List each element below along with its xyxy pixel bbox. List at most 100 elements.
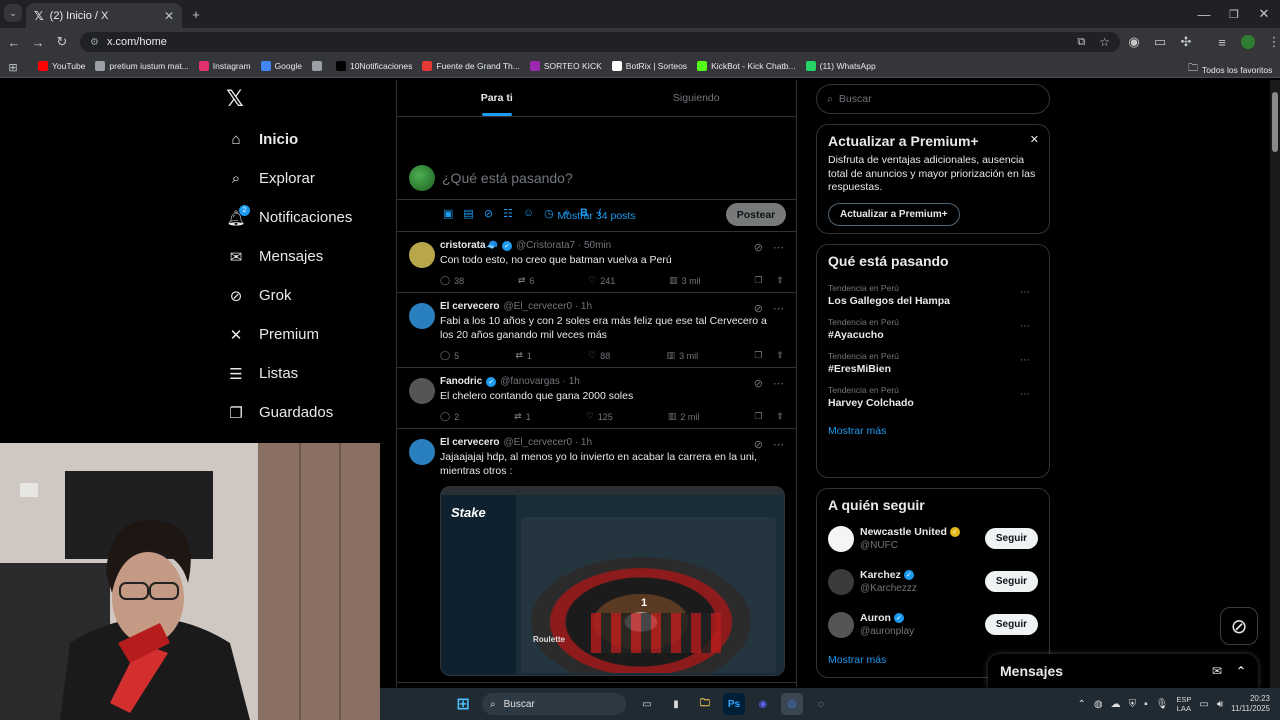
recording-icon[interactable]: ◌ — [810, 693, 832, 715]
emoji-icon[interactable]: ☺ — [523, 207, 534, 220]
bookmark-item[interactable]: SORTEO KICK — [529, 61, 602, 71]
new-tab-button[interactable]: + — [186, 4, 206, 24]
more-icon[interactable]: ⋯ — [1020, 389, 1030, 400]
close-icon[interactable]: ✕ — [1030, 133, 1039, 146]
grok-icon[interactable]: ⊘ — [754, 241, 763, 254]
follow-avatar[interactable] — [828, 568, 854, 595]
bookmark-icon[interactable]: ❐ — [754, 350, 762, 361]
site-info-icon[interactable]: ⚙ — [90, 37, 99, 48]
share-icon[interactable]: ⇧ — [776, 411, 784, 422]
bookmark-item[interactable] — [311, 61, 326, 71]
post-avatar[interactable] — [409, 378, 435, 404]
like-button[interactable]: ♡ 125 — [586, 411, 613, 422]
expand-icon[interactable]: ⌃ — [1236, 664, 1246, 678]
chrome-icon[interactable]: ◎ — [781, 693, 803, 715]
views-button[interactable]: ▥ 3 mil — [667, 350, 699, 361]
file-explorer-icon[interactable]: 🗀 — [694, 693, 716, 715]
follow-suggestion[interactable]: Auron ✓ @auronplay Seguir — [828, 603, 1038, 646]
more-icon[interactable]: ⋯ — [1020, 355, 1030, 366]
post-avatar[interactable] — [409, 303, 435, 329]
volume-icon[interactable]: 🔊︎ — [1217, 699, 1223, 710]
bookmark-item[interactable]: pretium iustum mat... — [95, 61, 189, 71]
tray-icon[interactable]: ▪ — [1144, 699, 1148, 710]
trends-more-link[interactable]: Mostrar más — [828, 425, 1038, 437]
window-close-icon[interactable]: ✕ — [1254, 4, 1274, 24]
post[interactable]: ⊘ ⋯ cristorata🧢 ✓ @Cristorata7 · 50min Con to… — [397, 232, 796, 293]
close-tab-icon[interactable]: ✕ — [164, 9, 174, 23]
x-logo[interactable]: 𝕏 — [220, 80, 390, 120]
bookmark-star-icon[interactable]: ☆ — [1099, 35, 1110, 49]
reading-list-icon[interactable]: ≡ — [1212, 32, 1232, 52]
tab-siguiendo[interactable]: Siguiendo — [597, 80, 797, 116]
sidebar-item-guardados[interactable]: ❐ Guardados — [220, 393, 390, 432]
restore-icon[interactable]: ❐ — [1224, 4, 1244, 24]
bold-icon[interactable]: B — [580, 207, 588, 220]
bookmark-item[interactable]: YouTube — [38, 61, 85, 71]
grok-icon[interactable]: ⊘ — [754, 302, 763, 315]
chrome-menu-icon[interactable]: ⋮ — [1264, 32, 1280, 52]
new-message-icon[interactable]: ✉ — [1212, 664, 1222, 678]
clock[interactable]: 20:23 11/11/2025 — [1231, 694, 1270, 714]
task-view-icon[interactable]: ▭ — [636, 693, 658, 715]
post-media[interactable]: Stake 1 Roulette — [440, 486, 785, 676]
location-icon[interactable]: ⌖ — [564, 207, 570, 220]
post-author[interactable]: Fanodric — [440, 376, 482, 387]
discord-icon[interactable]: ◉ — [752, 693, 774, 715]
trend-item[interactable]: Tendencia en Perú #Ayacucho ⋯ — [828, 317, 1038, 341]
premium-button[interactable]: Actualizar a Premium+ — [828, 202, 960, 226]
app-icon[interactable]: ▮ — [665, 693, 687, 715]
sidebar-item-premium[interactable]: ✕ Premium — [220, 315, 390, 354]
browser-tab[interactable]: 𝕏 (2) Inicio / X ✕ — [26, 3, 182, 28]
compose-input[interactable]: ¿Qué está pasando? — [442, 170, 573, 186]
sidebar-item-listas[interactable]: ☰ Listas — [220, 354, 390, 393]
bookmark-item[interactable]: Instagram — [198, 61, 251, 71]
bookmark-item[interactable]: Fuente de Grand Th... — [422, 61, 520, 71]
share-icon[interactable]: ⇧ — [776, 350, 784, 361]
all-bookmarks[interactable]: 🗀 Todos los favoritos — [1188, 61, 1272, 78]
extension-card-icon[interactable]: ▭ — [1150, 32, 1170, 52]
back-icon[interactable]: ← — [4, 32, 24, 52]
follow-suggestion[interactable]: Karchez ✓ @Karchezzz Seguir — [828, 560, 1038, 603]
grok-icon[interactable]: ⊘ — [754, 377, 763, 390]
like-button[interactable]: ♡ 88 — [588, 350, 610, 361]
install-app-icon[interactable]: ⧉ — [1077, 36, 1085, 49]
bookmark-item[interactable]: 10Notificaciones — [335, 61, 412, 71]
repost-button[interactable]: ⇄ 1 — [514, 411, 531, 422]
sidebar-item-explorar[interactable]: ⌕ Explorar — [220, 159, 390, 198]
language-indicator[interactable]: ESP LAA — [1176, 695, 1191, 713]
apps-grid-icon[interactable]: ⊞ — [3, 57, 23, 77]
sidebar-item-grok[interactable]: ⊘ Grok — [220, 276, 390, 315]
trend-item[interactable]: Tendencia en Perú Los Gallegos del Hampa ⋯ — [828, 283, 1038, 307]
repost-button[interactable]: ⇄ 1 — [515, 350, 532, 361]
follow-button[interactable]: Seguir — [984, 571, 1038, 592]
bookmark-icon[interactable]: ❐ — [754, 411, 762, 422]
bookmark-item[interactable]: BotRix | Sorteos — [611, 61, 687, 71]
more-icon[interactable]: ⋯ — [773, 302, 784, 315]
photoshop-icon[interactable]: Ps — [723, 693, 745, 715]
reply-button[interactable]: ◯ 5 — [440, 350, 459, 361]
trend-item[interactable]: Tendencia en Perú #EresMiBien ⋯ — [828, 351, 1038, 375]
post-avatar[interactable] — [409, 439, 435, 465]
more-icon[interactable]: ⋯ — [1020, 287, 1030, 298]
image-icon[interactable]: ▣ — [443, 207, 453, 220]
grok-button[interactable]: ⊘ — [1220, 607, 1258, 645]
post-button[interactable]: Postear — [726, 203, 786, 226]
post-author[interactable]: cristorata🧢 — [440, 240, 498, 251]
reload-icon[interactable]: ↻ — [52, 32, 72, 52]
follow-avatar[interactable] — [828, 611, 854, 638]
defender-icon[interactable]: ⛨ — [1129, 699, 1137, 710]
views-button[interactable]: ▥ 3 mil — [669, 275, 701, 286]
extension-icon[interactable]: ◉ — [1124, 32, 1144, 52]
sidebar-item-notificaciones[interactable]: 🔔︎ 2 Notificaciones — [220, 198, 390, 237]
tray-app-icon[interactable]: ◍ — [1094, 699, 1103, 710]
messages-drawer[interactable]: Mensajes ✉ ⌃ — [988, 654, 1258, 688]
grok-icon[interactable]: ⊘ — [484, 207, 493, 220]
sidebar-item-inicio[interactable]: ⌂ Inicio — [220, 120, 390, 159]
tab-search-icon[interactable]: ⌄ — [4, 4, 22, 22]
page-scrollbar[interactable] — [1270, 80, 1280, 688]
more-icon[interactable]: ⋯ — [773, 438, 784, 451]
post-author[interactable]: El cervecero — [440, 301, 500, 312]
italic-icon[interactable]: I — [598, 207, 601, 220]
search-input[interactable]: ⌕ Buscar — [816, 84, 1050, 114]
post-avatar[interactable] — [409, 242, 435, 268]
